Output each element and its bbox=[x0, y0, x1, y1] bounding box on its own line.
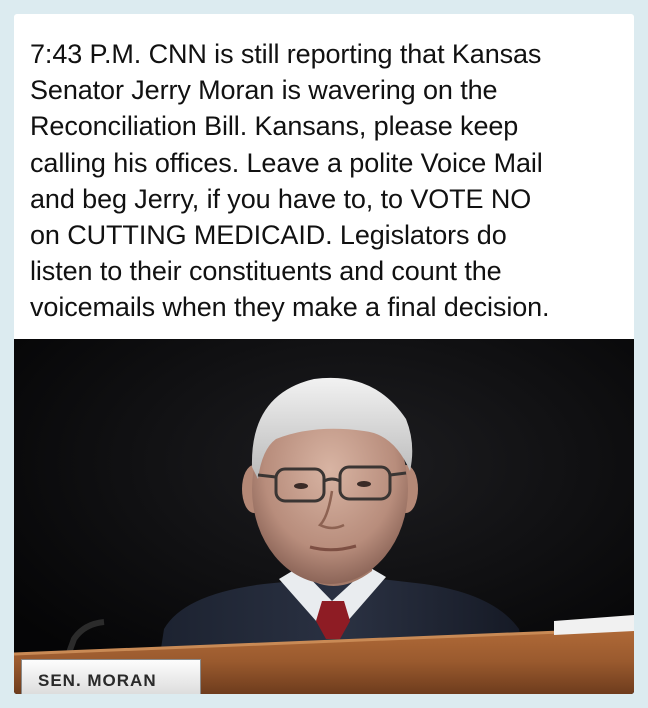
post-text-line: listen to their constituents and count t… bbox=[30, 256, 502, 287]
post-text-line: on CUTTING MEDICAID. Legislators do bbox=[30, 220, 507, 251]
post-text-line: Senator Jerry Moran is wavering on the bbox=[30, 75, 498, 106]
senator-illustration bbox=[14, 339, 634, 694]
post-text: 7:43 P.M. CNN is still reporting that Ka… bbox=[30, 36, 626, 326]
post-text-line: 7:43 P.M. CNN is still reporting that Ka… bbox=[30, 39, 542, 69]
post-text-line: voicemails when they make a final decisi… bbox=[30, 292, 550, 323]
senator-nameplate: SEN. MORAN bbox=[21, 659, 201, 694]
post-card: 7:43 P.M. CNN is still reporting that Ka… bbox=[14, 14, 634, 694]
post-text-line: Reconciliation Bill. Kansans, please kee… bbox=[30, 111, 519, 142]
senator-photo[interactable]: SEN. MORAN bbox=[14, 339, 634, 694]
post-text-line: and beg Jerry, if you have to, to VOTE N… bbox=[30, 183, 532, 214]
post-text-line: calling his offices. Leave a polite Voic… bbox=[30, 147, 543, 178]
nameplate-text: SEN. MORAN bbox=[38, 671, 157, 690]
